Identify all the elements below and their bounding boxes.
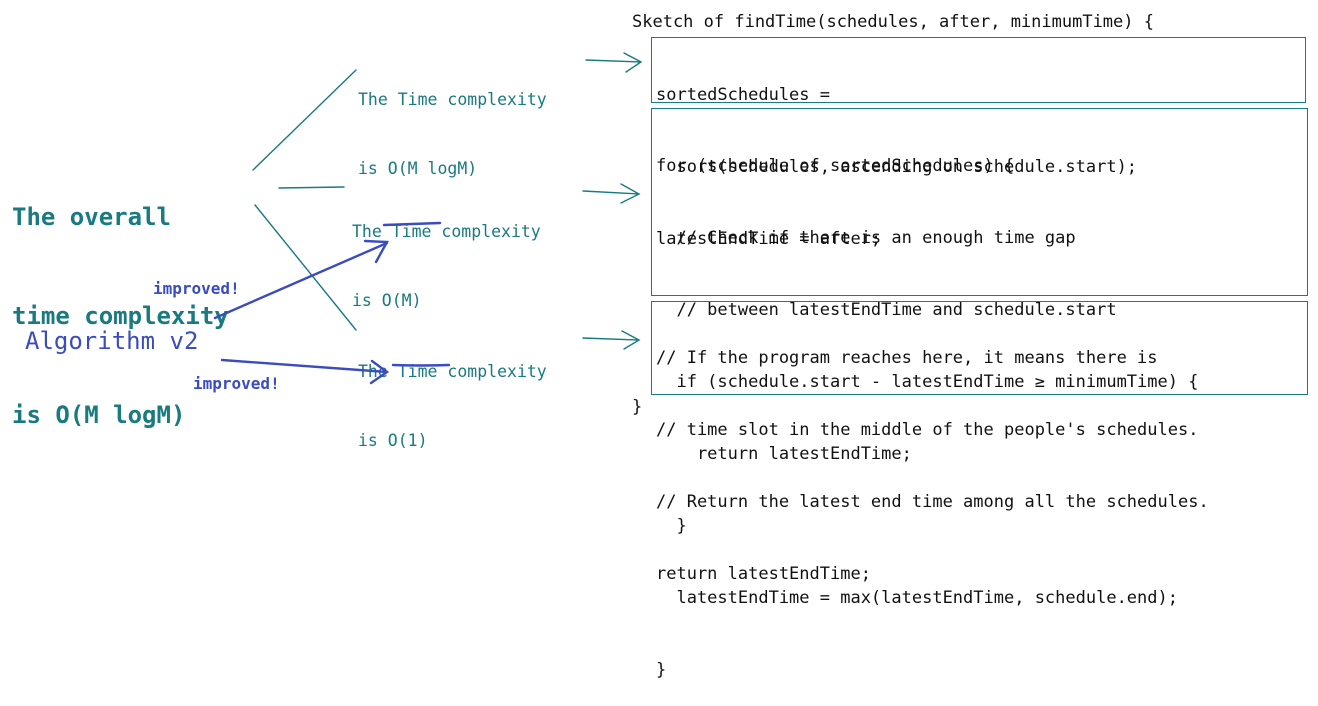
connector-line-sort bbox=[252, 69, 357, 171]
arrow-improved-lower bbox=[220, 358, 390, 385]
complexity-return-line-2: is O(1) bbox=[358, 431, 428, 450]
code-line: } bbox=[656, 660, 667, 680]
code-line: return latestEndTime; bbox=[656, 564, 871, 584]
code-line: // Return the latest end time among all … bbox=[656, 492, 1209, 512]
connector-layer bbox=[213, 52, 643, 385]
underline-o-1 bbox=[391, 363, 451, 367]
connector-line-loop bbox=[278, 186, 345, 189]
underline-o-m bbox=[382, 221, 442, 227]
connector-line-return bbox=[254, 204, 357, 331]
arrow-return bbox=[582, 330, 641, 350]
arrow-loop bbox=[582, 183, 641, 204]
arrow-improved-upper bbox=[213, 239, 389, 320]
arrow-sort bbox=[585, 52, 643, 73]
